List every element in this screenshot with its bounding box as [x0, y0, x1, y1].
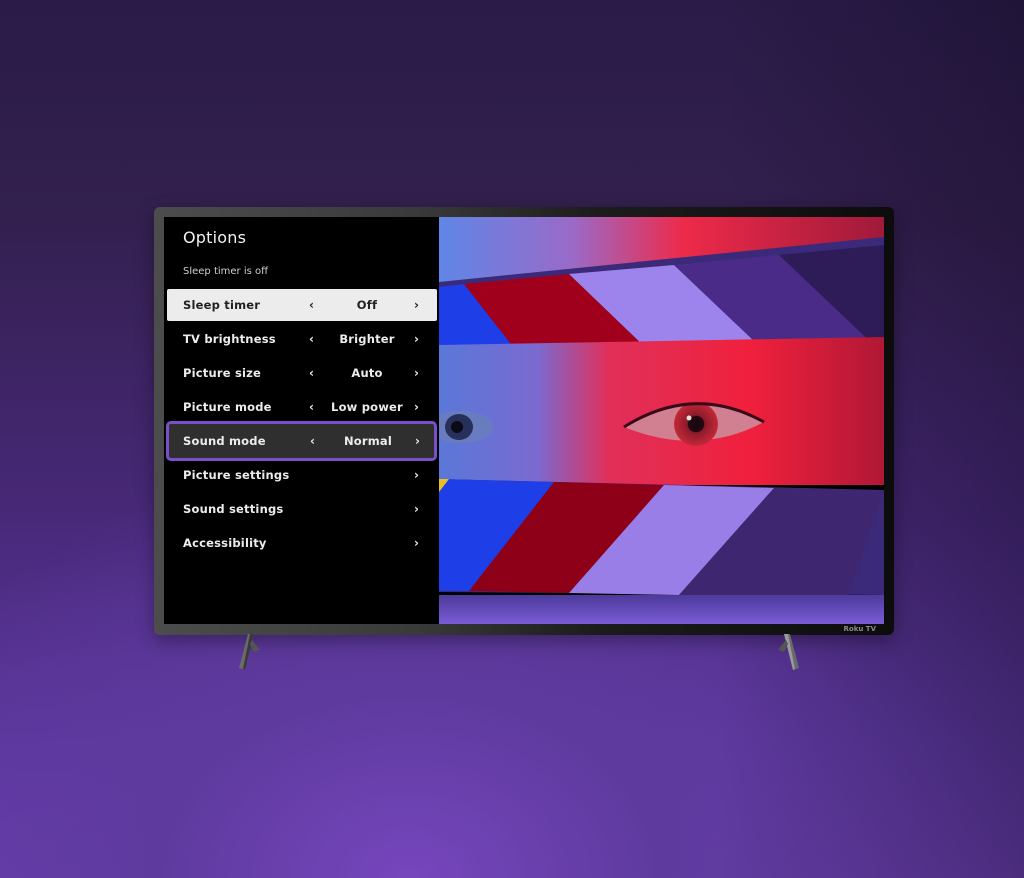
menu-item-label: Picture size [183, 366, 262, 380]
chevron-left-icon[interactable]: ‹ [309, 366, 314, 380]
menu-item-sound-mode[interactable]: Sound mode ‹ Normal › [166, 421, 437, 461]
menu-item-label: TV brightness [183, 332, 276, 346]
chevron-right-icon[interactable]: › [415, 434, 420, 448]
chevron-left-icon[interactable]: ‹ [309, 332, 314, 346]
menu-item-value: Off [356, 298, 378, 312]
menu-item-label: Picture settings [183, 468, 290, 482]
bottom-clapper-stripe [439, 479, 884, 596]
chevron-right-icon[interactable]: › [414, 400, 419, 414]
menu-item-picture-mode[interactable]: Picture mode ‹ Low power › [167, 391, 437, 423]
menu-item-accessibility[interactable]: Accessibility › [167, 527, 437, 559]
tv-brand-logo: Roku TV [843, 625, 876, 633]
tv-leg-right [778, 634, 799, 670]
chevron-right-icon[interactable]: › [414, 298, 419, 312]
menu-title: Options [183, 228, 247, 247]
tv-screen: Options Sleep timer is off Sleep timer ‹… [164, 217, 884, 624]
menu-item-value: Low power [331, 400, 403, 414]
menu-item-sleep-timer[interactable]: Sleep timer ‹ Off › [167, 289, 437, 321]
menu-item-value: Auto [351, 366, 383, 380]
chevron-right-icon[interactable]: › [414, 366, 419, 380]
menu-item-value: Brighter [339, 332, 395, 346]
menu-subtitle: Sleep timer is off [183, 266, 269, 277]
menu-item-value: Normal [343, 434, 393, 448]
tv-frame: Options Sleep timer is off Sleep timer ‹… [154, 207, 894, 635]
menu-item-picture-size[interactable]: Picture size ‹ Auto › [167, 357, 437, 389]
menu-item-label: Sound mode [183, 434, 266, 448]
menu-item-tv-brightness[interactable]: TV brightness ‹ Brighter › [167, 323, 437, 355]
chevron-right-icon: › [414, 502, 420, 516]
chevron-right-icon: › [414, 536, 420, 550]
tv-leg-left [239, 634, 260, 670]
clapperboard-eyes-image [439, 217, 884, 624]
menu-item-label: Sleep timer [183, 298, 261, 312]
background-artwork [439, 217, 884, 624]
menu-item-label: Picture mode [183, 400, 272, 414]
menu-item-sound-settings[interactable]: Sound settings › [167, 493, 437, 525]
menu-item-picture-settings[interactable]: Picture settings › [167, 459, 437, 491]
menu-item-label: Accessibility [183, 536, 267, 550]
chevron-left-icon[interactable]: ‹ [310, 434, 315, 448]
options-menu: Options Sleep timer is off Sleep timer ‹… [164, 217, 439, 624]
chevron-left-icon[interactable]: ‹ [309, 400, 314, 414]
menu-item-label: Sound settings [183, 502, 284, 516]
chevron-left-icon[interactable]: ‹ [309, 298, 314, 312]
chevron-right-icon: › [414, 468, 420, 482]
chevron-right-icon[interactable]: › [414, 332, 419, 346]
